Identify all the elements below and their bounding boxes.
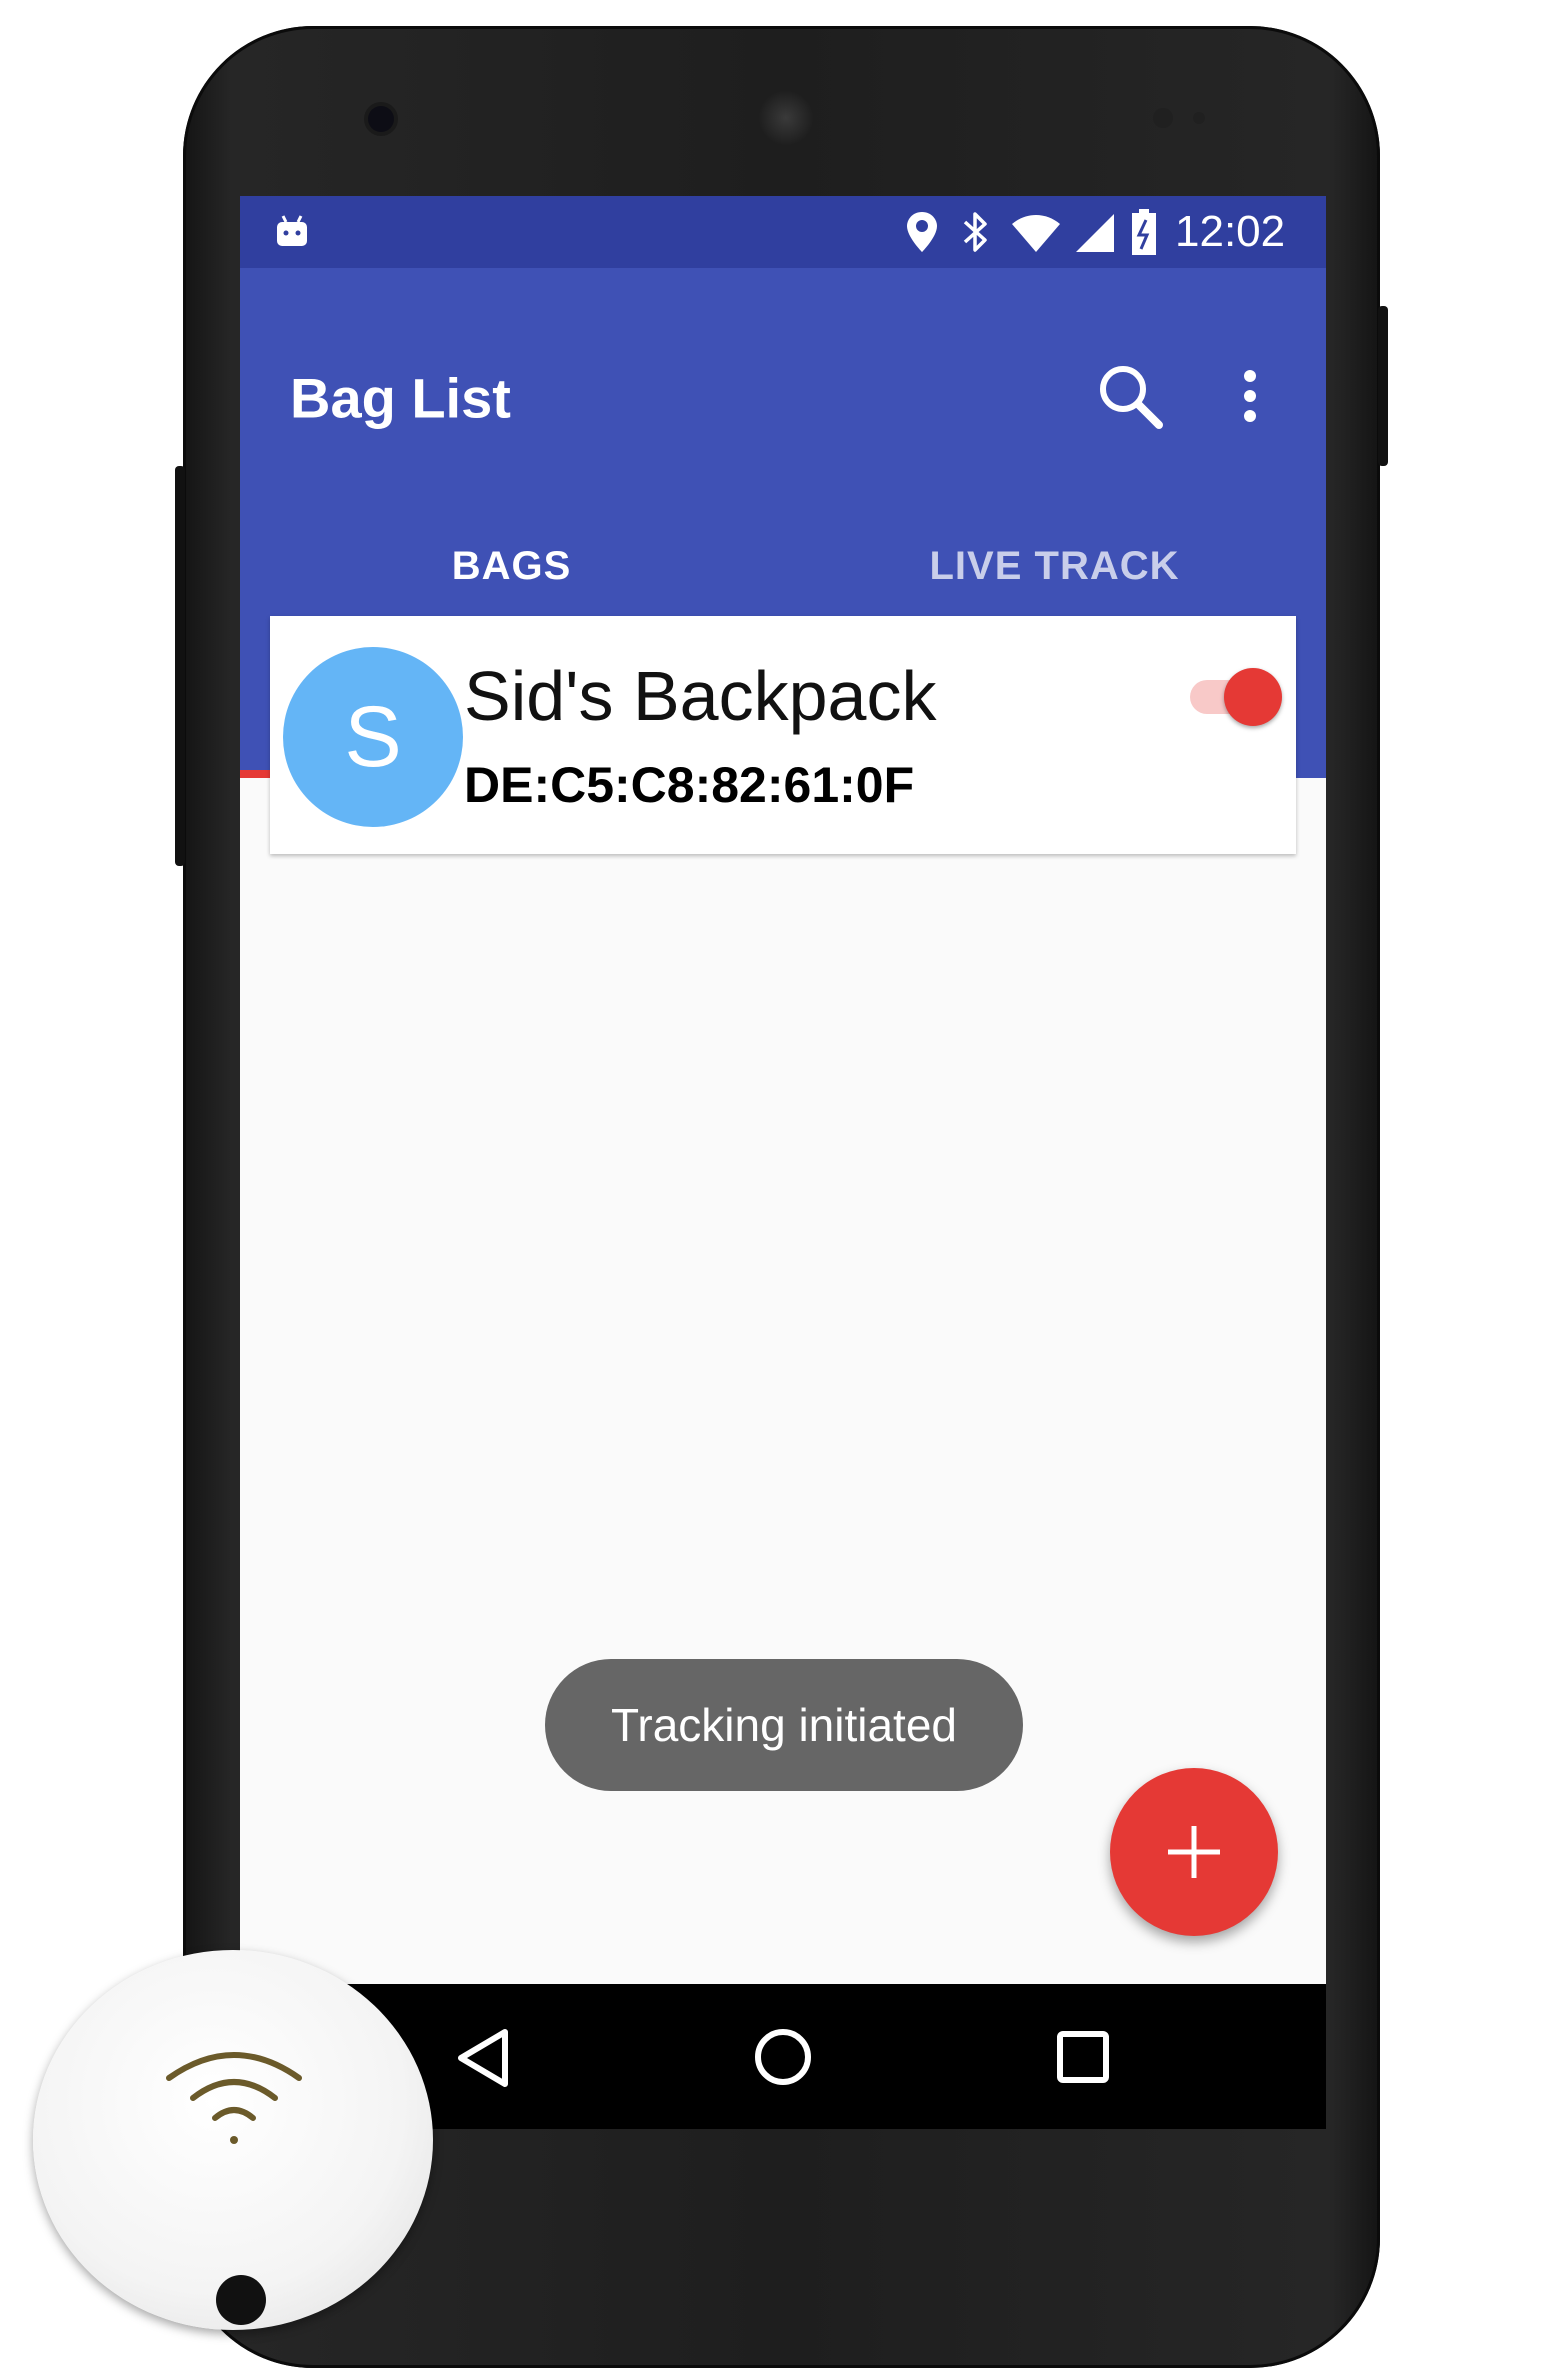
battery-charging-icon bbox=[1132, 209, 1156, 255]
bluetooth-icon bbox=[963, 212, 987, 252]
wifi-icon bbox=[1012, 215, 1060, 252]
location-pin-icon bbox=[907, 212, 937, 252]
toast-message: Tracking initiated bbox=[545, 1659, 1023, 1791]
volume-button bbox=[175, 466, 185, 866]
proximity-sensor bbox=[1153, 108, 1173, 128]
status-time: 12:02 bbox=[1175, 207, 1286, 256]
front-camera bbox=[368, 106, 394, 132]
tracker-tag-device bbox=[33, 1950, 433, 2330]
tracking-toggle[interactable] bbox=[1190, 666, 1286, 726]
android-notification-icon bbox=[277, 215, 307, 246]
status-bar: 12:02 bbox=[240, 196, 1326, 268]
more-vert-icon[interactable] bbox=[1240, 368, 1260, 424]
add-bag-button[interactable] bbox=[1110, 1768, 1278, 1936]
screen: 12:02 Bag List BAGS LIVE TRACK S Sid's B… bbox=[240, 196, 1326, 2128]
add-icon bbox=[1168, 1826, 1220, 1878]
back-icon[interactable] bbox=[455, 2028, 511, 2088]
bag-name: Sid's Backpack bbox=[464, 657, 937, 735]
power-button bbox=[1378, 306, 1388, 466]
tab-bags[interactable]: BAGS bbox=[240, 506, 783, 626]
avatar: S bbox=[283, 647, 463, 827]
search-icon[interactable] bbox=[1096, 362, 1164, 430]
toggle-thumb bbox=[1224, 668, 1282, 726]
light-sensor bbox=[1193, 112, 1205, 124]
page-title: Bag List bbox=[290, 366, 511, 430]
recents-icon[interactable] bbox=[1056, 2030, 1110, 2084]
home-icon[interactable] bbox=[752, 2026, 814, 2088]
earpiece-speaker bbox=[758, 90, 814, 146]
bag-card[interactable]: S Sid's Backpack DE:C5:C8:82:61:0F bbox=[270, 616, 1296, 854]
wifi-logo-icon bbox=[166, 2052, 302, 2144]
tab-live-track[interactable]: LIVE TRACK bbox=[783, 506, 1326, 626]
cell-signal-icon bbox=[1076, 214, 1114, 252]
tag-button bbox=[216, 2275, 266, 2325]
bag-mac-address: DE:C5:C8:82:61:0F bbox=[464, 757, 915, 813]
